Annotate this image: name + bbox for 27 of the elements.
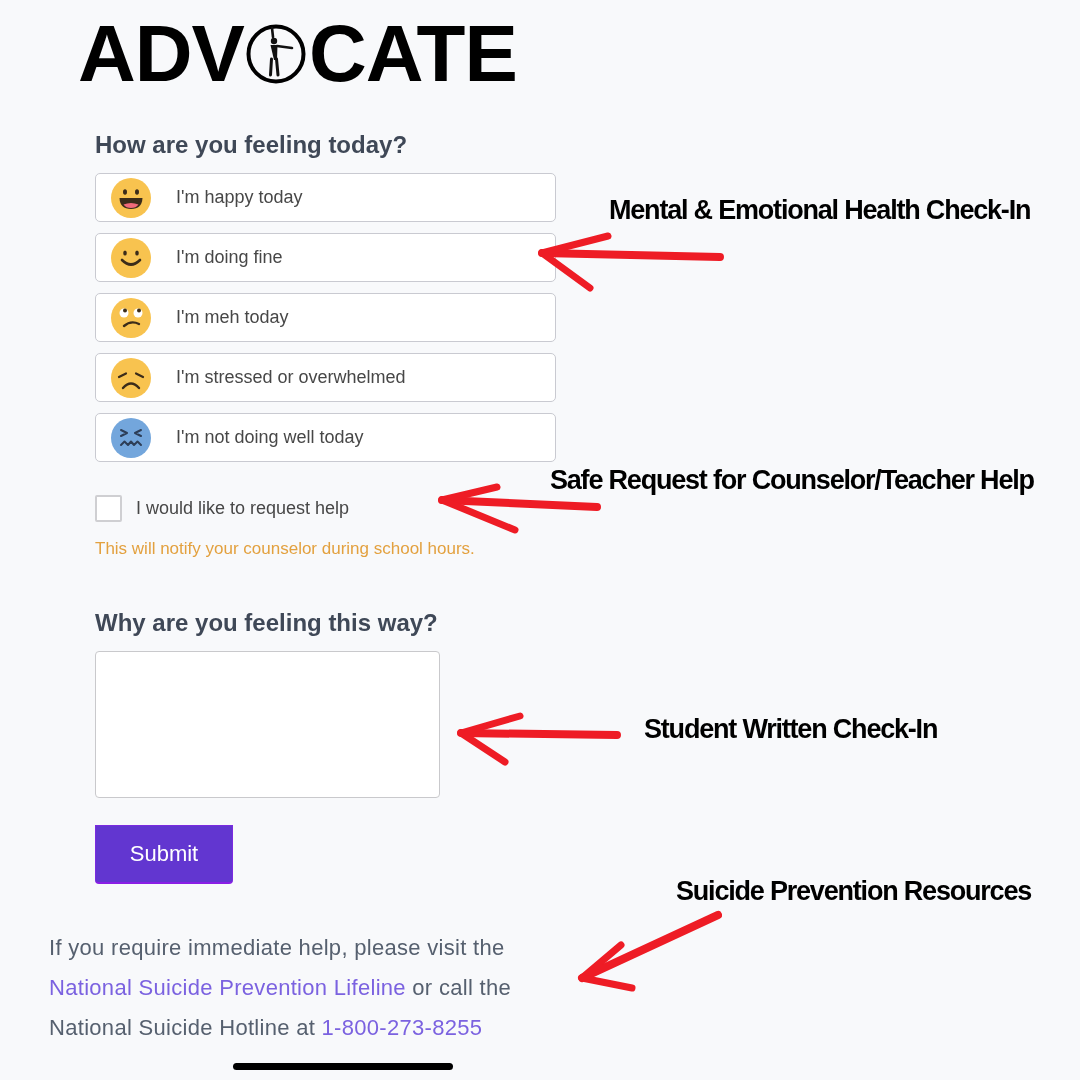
notice-text: This will notify your counselor during school hours.: [95, 539, 475, 559]
answer-box[interactable]: [95, 651, 440, 798]
phone-link[interactable]: 1-800-273-8255: [321, 1015, 483, 1040]
checkbox-label[interactable]: I would like to request help: [136, 498, 350, 519]
section-heading: How are you feeling today?: [95, 131, 408, 159]
smiling-face-icon: [111, 237, 151, 278]
grinning-face-icon: [111, 177, 151, 218]
lifeline-link[interactable]: National Suicide Prevention Lifeline: [49, 975, 406, 1000]
submit-button[interactable]: Submit: [95, 825, 233, 884]
logo-letters: CATE: [308, 22, 517, 86]
callout-text: Suicide Prevention Resources: [676, 875, 1032, 908]
sad-face-icon: [111, 357, 151, 398]
mood-option[interactable]: I'm happy today: [95, 173, 556, 222]
checkbox[interactable]: [95, 495, 122, 522]
scrunched-face-icon: [111, 417, 151, 458]
callout-text: Mental & Emotional Health Check-In: [609, 194, 1031, 227]
section-heading: Why are you feeling this way?: [95, 609, 438, 637]
mood-option[interactable]: I'm not doing well today: [95, 413, 556, 462]
mood-option[interactable]: I'm stressed or overwhelmed: [95, 353, 556, 402]
callout-text: Safe Request for Counselor/Teacher Help: [550, 464, 1034, 497]
mood-option[interactable]: I'm doing fine: [95, 233, 556, 282]
callout-text: Student Written Check-In: [644, 713, 938, 746]
person-in-circle-icon: [245, 24, 306, 84]
mood-option[interactable]: I'm meh today: [95, 293, 556, 342]
eye-rolling-face-icon: [111, 297, 151, 338]
logo-letters: ADV: [78, 22, 244, 86]
help-paragraph: If you require immediate help, please visit the National Suicide Prevention Lifeline or call the National Suicide Hotline at 1-800-273-8255: [49, 934, 512, 1042]
